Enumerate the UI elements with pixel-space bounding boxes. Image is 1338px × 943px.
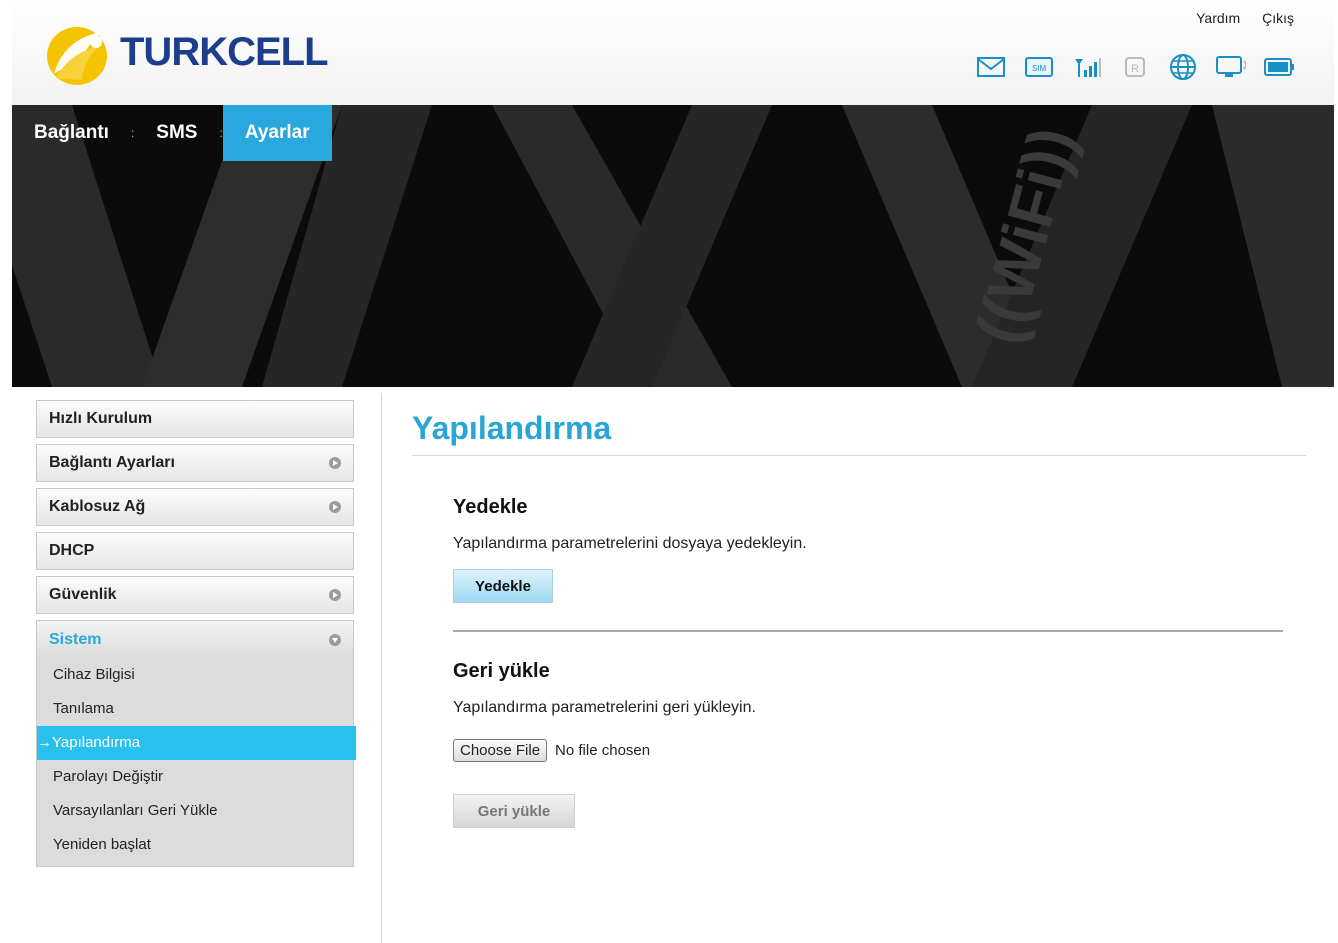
main-nav: Bağlantı : SMS : Ayarlar: [12, 105, 332, 161]
roaming-icon: R: [1120, 54, 1150, 80]
logout-link[interactable]: Çıkış: [1262, 10, 1294, 26]
nav-connection[interactable]: Bağlantı: [12, 105, 131, 161]
submenu-change-password[interactable]: Parolayı Değiştir: [37, 760, 353, 794]
system-submenu: Cihaz Bilgisi Tanılama →Yapılandırma Par…: [36, 658, 356, 867]
sidebar-item-security[interactable]: Güvenlik: [36, 576, 354, 614]
page-title: Yapılandırma: [412, 410, 1306, 456]
restore-button[interactable]: Geri yükle: [453, 794, 575, 828]
file-status: No file chosen: [555, 742, 651, 759]
header: TURKCELL Yardım Çıkış SIM R: [12, 0, 1334, 105]
status-icons: SIM R: [976, 54, 1294, 80]
sidebar-item-label: Güvenlik: [49, 586, 117, 603]
choose-file-button[interactable]: Choose File: [453, 739, 548, 762]
restore-description: Yapılandırma parametrelerini geri yükley…: [453, 699, 756, 716]
sidebar-item-system[interactable]: Sistem: [36, 620, 354, 658]
expand-arrow-icon: [329, 457, 341, 469]
restore-section: Geri yükle Yapılandırma parametrelerini …: [453, 660, 1283, 828]
sidebar-item-dhcp[interactable]: DHCP: [36, 532, 354, 570]
submenu-device-info[interactable]: Cihaz Bilgisi: [37, 658, 353, 692]
globe-icon: [1168, 54, 1198, 80]
svg-text:R: R: [1131, 63, 1139, 75]
submenu-configuration[interactable]: →Yapılandırma: [37, 726, 356, 760]
backup-section: Yedekle Yapılandırma parametrelerini dos…: [453, 496, 1283, 603]
help-link[interactable]: Yardım: [1196, 10, 1240, 26]
signal-icon: [1072, 54, 1102, 80]
app-frame: TURKCELL Yardım Çıkış SIM R ((WiFi)) Bağ…: [12, 0, 1334, 943]
sim-icon: SIM: [1024, 54, 1054, 80]
section-divider: [453, 630, 1283, 632]
sidebar: Hızlı Kurulum Bağlantı Ayarları Kablosuz…: [36, 400, 356, 867]
sidebar-item-label: DHCP: [49, 542, 95, 559]
nav-settings[interactable]: Ayarlar: [222, 105, 332, 161]
battery-icon: [1264, 54, 1294, 80]
sidebar-item-label: Hızlı Kurulum: [49, 410, 153, 427]
sidebar-item-quick-setup[interactable]: Hızlı Kurulum: [36, 400, 354, 438]
submenu-restore-defaults[interactable]: Varsayılanları Geri Yükle: [37, 794, 353, 828]
svg-text:SIM: SIM: [1032, 64, 1047, 73]
nav-sms[interactable]: SMS: [134, 105, 219, 161]
sidebar-item-label: Sistem: [49, 630, 102, 648]
collapse-arrow-icon: [329, 633, 341, 646]
backup-title: Yedekle: [453, 496, 528, 518]
banner: ((WiFi)) Bağlantı : SMS : Ayarlar: [12, 105, 1334, 387]
backup-description: Yapılandırma parametrelerini dosyaya yed…: [453, 535, 807, 552]
submenu-reboot[interactable]: Yeniden başlat: [37, 828, 353, 862]
restore-title: Geri yükle: [453, 660, 550, 682]
expand-arrow-icon: [329, 589, 341, 601]
turkcell-logo-icon: [42, 22, 112, 88]
sidebar-item-label: Kablosuz Ağ: [49, 498, 146, 515]
top-links: Yardım Çıkış: [1178, 10, 1294, 26]
submenu-diagnostics[interactable]: Tanılama: [37, 692, 353, 726]
mail-icon[interactable]: [976, 54, 1006, 80]
main-content: Yapılandırma Yedekle Yapılandırma parame…: [412, 400, 1306, 828]
vertical-divider: [381, 393, 382, 943]
file-input: Choose File No file chosen: [453, 739, 1283, 762]
logo-text: TURKCELL: [120, 30, 329, 74]
sidebar-item-wireless[interactable]: Kablosuz Ağ: [36, 488, 354, 526]
backup-button[interactable]: Yedekle: [453, 569, 553, 603]
device-icon: [1216, 54, 1246, 80]
expand-arrow-icon: [329, 501, 341, 513]
sidebar-item-connection-settings[interactable]: Bağlantı Ayarları: [36, 444, 354, 482]
sidebar-item-label: Bağlantı Ayarları: [49, 454, 175, 471]
